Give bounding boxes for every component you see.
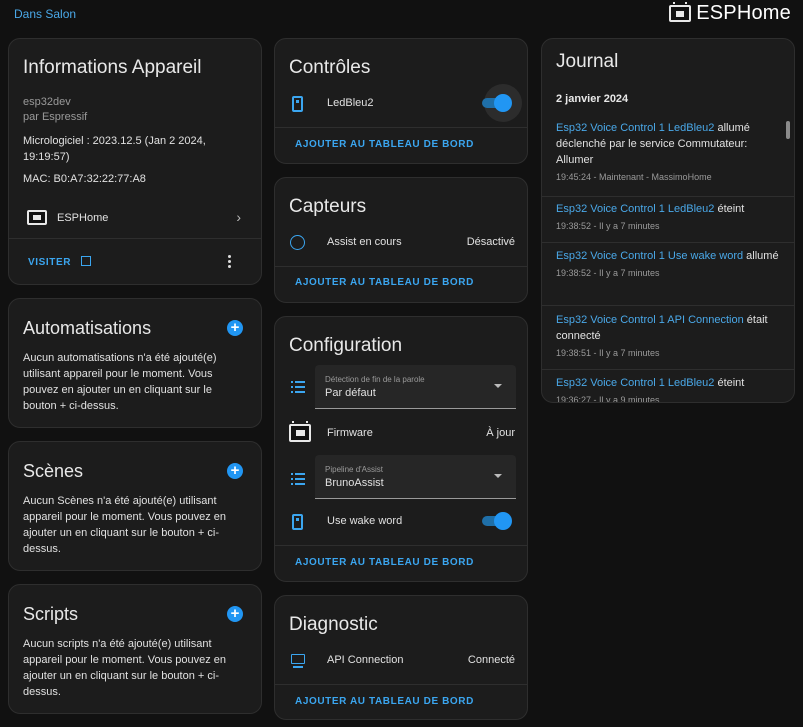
integration-row[interactable]: ESPHome › (9, 204, 261, 234)
device-info-card: Informations Appareil esp32dev par Espre… (8, 38, 262, 285)
card-title: Scripts (23, 604, 79, 624)
firmware-chip-icon (289, 421, 311, 442)
divider (9, 238, 261, 239)
format-list-icon (291, 473, 305, 485)
configuration-card: Configuration Détection de fin de la par… (274, 316, 528, 582)
wake-word-toggle[interactable] (482, 512, 512, 530)
add-to-dashboard-button[interactable]: AJOUTER AU TABLEAU DE BORD (295, 139, 474, 150)
card-title: Configuration (289, 335, 403, 356)
log-entry: Esp32 Voice Control 1 LedBleu2 allumé dé… (556, 120, 782, 184)
divider (542, 305, 794, 306)
scripts-card: Scripts + Aucun scripts n'a été ajouté(e… (8, 584, 262, 714)
log-entry: Esp32 Voice Control 1 LedBleu2 éteint 19… (556, 201, 782, 233)
api-connection-icon (291, 654, 305, 664)
log-entity-link[interactable]: Esp32 Voice Control 1 LedBleu2 (556, 122, 714, 134)
diagnostic-card: Diagnostic API Connection Connecté AJOUT… (274, 595, 528, 720)
divider (275, 127, 527, 128)
card-title: Informations Appareil (23, 57, 202, 78)
firmware-value: À jour (486, 427, 515, 439)
automations-card: Automatisations + Aucun automatisations … (8, 298, 262, 428)
more-options-icon[interactable] (227, 253, 233, 269)
chevron-right-icon: › (236, 209, 241, 225)
format-list-icon (291, 381, 305, 393)
select-value: BrunoAssist (325, 477, 384, 489)
log-entity-link[interactable]: Esp32 Voice Control 1 API Connection (556, 314, 744, 326)
log-meta: 19:36:27 - Il y a 9 minutes (556, 395, 660, 403)
card-title: Contrôles (289, 57, 371, 78)
log-meta: 19:38:51 - Il y a 7 minutes (556, 348, 660, 358)
card-title: Automatisations (23, 318, 152, 338)
divider (275, 545, 527, 546)
esphome-chip-icon (669, 2, 692, 22)
add-scene-icon[interactable]: + (227, 463, 243, 479)
add-automation-icon[interactable]: + (227, 320, 243, 336)
select-caption: Détection de fin de la parole (325, 375, 425, 384)
sensors-card: Capteurs Assist en cours Désactivé AJOUT… (274, 177, 528, 303)
firmware-version: Micrologiciel : 2023.12.5 (Jan 2 2024, 1… (23, 135, 206, 163)
journal-scrollbar[interactable] (786, 121, 790, 139)
device-manufacturer: par Espressif (23, 111, 88, 123)
circle-outline-icon (290, 235, 305, 250)
api-connection-icon-base (293, 666, 303, 668)
log-entry: Esp32 Voice Control 1 API Connection éta… (556, 312, 782, 360)
add-to-dashboard-button[interactable]: AJOUTER AU TABLEAU DE BORD (295, 696, 474, 707)
empty-message: Aucun scripts n'a été ajouté(e) utilisan… (23, 638, 227, 698)
add-to-dashboard-button[interactable]: AJOUTER AU TABLEAU DE BORD (295, 557, 474, 568)
log-entity-link[interactable]: Esp32 Voice Control 1 LedBleu2 (556, 377, 714, 389)
remote-icon (292, 514, 303, 530)
empty-message: Aucun Scènes n'a été ajouté(e) utilisant… (23, 495, 227, 555)
scenes-card: Scènes + Aucun Scènes n'a été ajouté(e) … (8, 441, 262, 571)
divider (275, 684, 527, 685)
controls-card: Contrôles LedBleu2 AJOUTER AU TABLEAU DE… (274, 38, 528, 164)
add-to-dashboard-button[interactable]: AJOUTER AU TABLEAU DE BORD (295, 277, 474, 288)
divider (542, 242, 794, 243)
sensor-label[interactable]: Assist en cours (327, 236, 402, 248)
select-caption: Pipeline d'Assist (325, 465, 383, 474)
firmware-label[interactable]: Firmware (327, 427, 373, 439)
card-title: Journal (556, 51, 619, 72)
integration-name: ESPHome (57, 212, 109, 224)
log-meta: 19:38:52 - Il y a 7 minutes (556, 221, 660, 231)
esphome-icon (27, 210, 47, 225)
log-entry: Esp32 Voice Control 1 LedBleu2 éteint 19… (556, 375, 782, 403)
device-model: esp32dev (23, 96, 71, 108)
control-label[interactable]: LedBleu2 (327, 97, 374, 109)
divider (542, 369, 794, 370)
brand-logo: ESPHome (669, 2, 791, 25)
log-meta: 19:38:52 - Il y a 7 minutes (556, 268, 660, 278)
card-title: Diagnostic (289, 614, 378, 635)
end-of-speech-select[interactable]: Détection de fin de la parole Par défaut (315, 365, 516, 409)
journal-date: 2 janvier 2024 (556, 93, 629, 105)
add-script-icon[interactable]: + (227, 606, 243, 622)
visit-button[interactable]: VISITER (28, 256, 91, 268)
dropdown-arrow-icon (494, 384, 502, 388)
journal-card: Journal 2 janvier 2024 Esp32 Voice Contr… (541, 38, 795, 403)
log-entity-link[interactable]: Esp32 Voice Control 1 Use wake word (556, 250, 743, 262)
sensor-value: Désactivé (466, 236, 515, 248)
dropdown-arrow-icon (494, 474, 502, 478)
visit-label: VISITER (28, 257, 72, 268)
ledbleu2-toggle[interactable] (482, 94, 512, 112)
diagnostic-value: Connecté (467, 654, 515, 666)
mac-address: MAC: B0:A7:32:22:77:A8 (23, 173, 146, 185)
area-link[interactable]: Dans Salon (14, 7, 76, 21)
brand-name: ESPHome (696, 2, 791, 24)
assist-pipeline-select[interactable]: Pipeline d'Assist BrunoAssist (315, 455, 516, 499)
card-title: Capteurs (289, 196, 367, 217)
wake-word-label[interactable]: Use wake word (327, 515, 402, 527)
log-entry: Esp32 Voice Control 1 Use wake word allu… (556, 248, 782, 280)
empty-message: Aucun automatisations n'a été ajouté(e) … (23, 352, 217, 412)
diagnostic-label[interactable]: API Connection (327, 654, 403, 666)
select-value: Par défaut (325, 387, 376, 399)
remote-icon (292, 96, 303, 112)
divider (275, 266, 527, 267)
log-text: éteint (714, 377, 745, 389)
open-external-icon (80, 256, 91, 266)
log-entity-link[interactable]: Esp32 Voice Control 1 LedBleu2 (556, 203, 714, 215)
card-title: Scènes (23, 461, 84, 481)
log-meta: 19:45:24 - Maintenant - MassimoHome (556, 172, 712, 182)
log-text: allumé (743, 250, 779, 262)
log-text: éteint (714, 203, 745, 215)
divider (542, 196, 794, 197)
